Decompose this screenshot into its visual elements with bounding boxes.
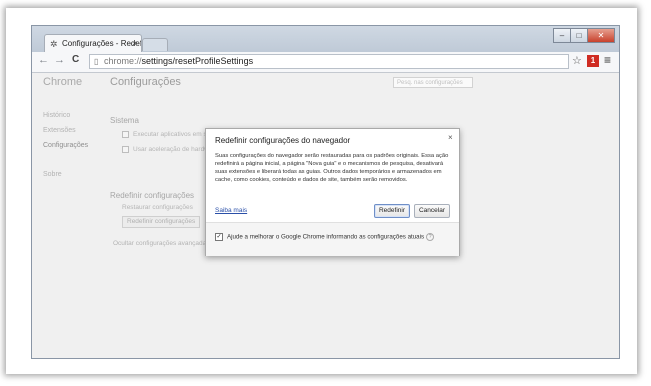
sidebar-item-settings[interactable]: Configurações	[43, 142, 88, 149]
reset-description: Restaurar configurações	[122, 204, 193, 211]
tab-close-icon[interactable]: ×	[132, 35, 137, 52]
browser-window: ✲ Configurações - Redefinir × – □ ✕ ← → …	[31, 25, 620, 359]
tab-settings[interactable]: ✲ Configurações - Redefinir ×	[44, 34, 142, 52]
reset-heading: Redefinir configurações	[110, 191, 195, 200]
sidebar-item-history[interactable]: Histórico	[43, 112, 70, 119]
dialog-body: Suas configurações do navegador serão re…	[215, 153, 449, 183]
url-host: chrome://	[104, 56, 142, 66]
checkbox-checked[interactable]: ✓	[215, 233, 223, 241]
menu-icon[interactable]: ≡	[604, 53, 611, 67]
cancel-button[interactable]: Cancelar	[414, 204, 450, 218]
bookmark-star-icon[interactable]: ☆	[572, 54, 582, 67]
dialog-close-icon[interactable]: ×	[448, 133, 453, 142]
forward-icon[interactable]: →	[54, 54, 65, 66]
page-icon: ▯	[94, 57, 99, 66]
browser-toolbar: ← → C ▯ chrome://settings/resetProfileSe…	[32, 52, 619, 73]
reload-icon[interactable]: C	[72, 54, 79, 65]
back-icon[interactable]: ←	[38, 54, 49, 66]
help-icon[interactable]: ?	[426, 233, 435, 241]
window-controls: – □ ✕	[553, 28, 615, 43]
new-tab-button[interactable]	[142, 38, 168, 51]
photo-frame: ✲ Configurações - Redefinir × – □ ✕ ← → …	[6, 8, 637, 374]
extension-icon[interactable]: 1	[587, 55, 599, 67]
report-settings-checkbox-row[interactable]: ✓ Ajude a melhorar o Google Chrome inform…	[215, 233, 435, 241]
title-bar: ✲ Configurações - Redefinir × – □ ✕	[32, 26, 619, 52]
search-input[interactable]: Pesq. nas configurações	[393, 77, 473, 88]
dialog-title: Redefinir configurações do navegador	[215, 136, 351, 145]
checkbox[interactable]	[122, 146, 129, 153]
reset-dialog: Redefinir configurações do navegador × S…	[205, 128, 460, 256]
reset-settings-button[interactable]: Redefinir configurações	[122, 216, 201, 228]
system-heading: Sistema	[110, 116, 139, 125]
gear-icon: ✲	[50, 39, 58, 49]
restore-button[interactable]: □	[570, 28, 588, 43]
sidebar-item-extensions[interactable]: Extensões	[43, 127, 76, 134]
address-bar[interactable]: ▯ chrome://settings/resetProfileSettings	[89, 54, 569, 69]
dialog-footer: ✓ Ajude a melhorar o Google Chrome inform…	[206, 222, 459, 256]
sidebar-item-about[interactable]: Sobre	[43, 171, 62, 178]
hide-advanced-link[interactable]: Ocultar configurações avançadas	[113, 240, 209, 247]
reset-button[interactable]: Redefinir	[374, 204, 410, 218]
sidebar-title: Chrome	[43, 76, 83, 88]
url-path: settings/resetProfileSettings	[141, 56, 254, 66]
page-title: Configurações	[110, 76, 181, 88]
checkbox[interactable]	[122, 131, 129, 138]
minimize-button[interactable]: –	[553, 28, 571, 43]
learn-more-link[interactable]: Saiba mais	[215, 207, 247, 214]
close-window-button[interactable]: ✕	[587, 28, 615, 43]
checkbox-label: Ajude a melhorar o Google Chrome informa…	[227, 233, 425, 241]
tab-title: Configurações - Redefinir	[62, 39, 142, 48]
